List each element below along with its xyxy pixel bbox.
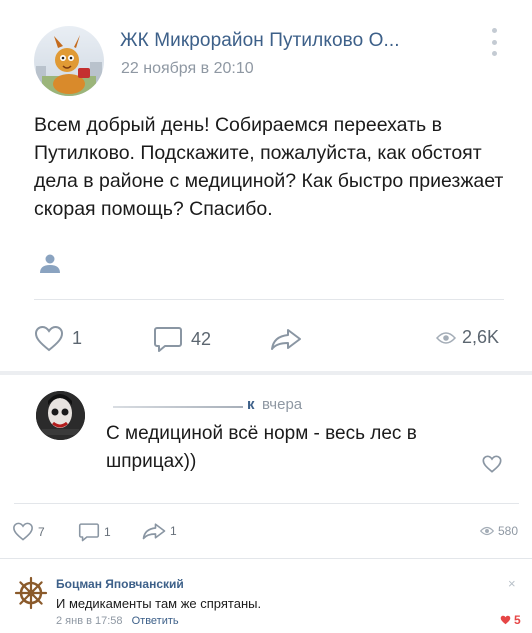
post-text: Всем добрый день! Собираемся переехать в… xyxy=(34,114,504,220)
divider xyxy=(34,299,504,300)
reply-like-button[interactable]: 5 xyxy=(500,613,521,627)
reply-author-link[interactable]: Боцман Яповчанский xyxy=(56,577,184,591)
heart-outline-icon xyxy=(34,325,64,352)
divider xyxy=(14,503,519,504)
commenter-name-tail: к xyxy=(247,396,255,413)
like-button[interactable]: 1 xyxy=(34,325,82,352)
views-counter: 2,6K xyxy=(436,327,499,348)
more-vertical-icon[interactable] xyxy=(488,28,500,56)
share-button[interactable] xyxy=(270,327,302,351)
comment-button[interactable]: 42 xyxy=(153,325,211,353)
comment-time[interactable]: вчера xyxy=(262,396,302,413)
stats-views-count: 580 xyxy=(498,524,519,538)
share-arrow-icon xyxy=(142,523,166,540)
divider xyxy=(0,558,532,559)
stats-comment-button[interactable]: 1 xyxy=(78,522,111,542)
stats-like-count: 7 xyxy=(38,524,45,539)
share-arrow-icon xyxy=(271,329,301,350)
stats-share-count: 1 xyxy=(170,524,177,538)
comment-text: С медициной всё норм - весь лес в шприца… xyxy=(106,423,417,472)
redacted-name xyxy=(113,406,243,408)
commenter-name-link[interactable]: к xyxy=(113,396,255,413)
close-icon[interactable]: × xyxy=(508,576,516,591)
eye-icon xyxy=(480,526,494,536)
community-avatar[interactable] xyxy=(34,26,104,96)
like-count: 1 xyxy=(72,328,83,348)
comment-icon xyxy=(154,327,182,352)
reply-date[interactable]: 2 янв в 17:58 xyxy=(56,615,123,627)
post-date[interactable]: 22 ноября в 20:10 xyxy=(121,60,254,78)
comment-like-button[interactable] xyxy=(482,455,502,478)
stats-comment-count: 1 xyxy=(104,525,111,539)
people-icon[interactable] xyxy=(37,252,63,283)
reply-like-count: 5 xyxy=(514,613,521,627)
reply-button[interactable]: Ответить xyxy=(132,615,179,627)
reply-meta: 2 янв в 17:58 Ответить xyxy=(56,615,179,627)
stats-share-button[interactable]: 1 xyxy=(142,522,177,540)
ship-wheel-icon[interactable] xyxy=(14,576,48,610)
reply-text: И медикаменты там же спрятаны. xyxy=(56,596,262,611)
heart-outline-icon xyxy=(13,522,33,541)
heart-outline-icon xyxy=(482,455,502,473)
stats-views-counter: 580 xyxy=(480,524,518,538)
comment-count: 42 xyxy=(191,328,212,349)
eye-icon xyxy=(436,331,456,344)
views-count: 2,6K xyxy=(462,327,500,347)
heart-filled-icon xyxy=(500,615,511,625)
community-name-link[interactable]: ЖК Микрорайон Путилково О... xyxy=(120,30,400,52)
commenter-avatar[interactable] xyxy=(36,391,85,440)
section-divider xyxy=(0,371,532,375)
comment-icon xyxy=(78,523,100,542)
stats-like-button[interactable]: 7 xyxy=(12,522,45,541)
